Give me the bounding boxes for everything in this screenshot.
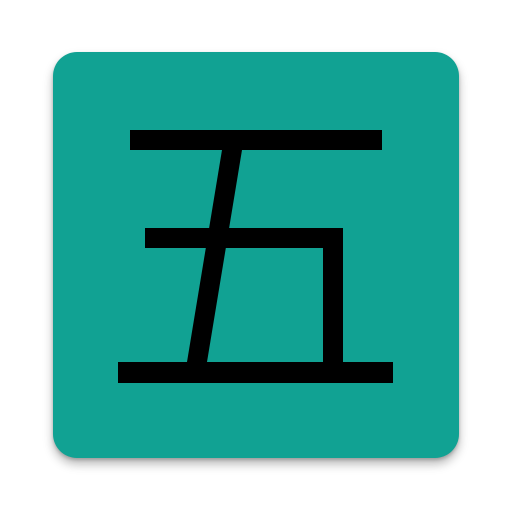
glyph-strokes <box>118 130 393 383</box>
glyph-middle-stroke <box>145 228 343 248</box>
glyph-bottom-stroke <box>118 362 393 383</box>
glyph-slanted-stroke <box>187 150 242 362</box>
five-character-glyph <box>118 130 393 383</box>
app-icon[interactable]: 五 <box>53 52 459 458</box>
glyph-right-stroke <box>323 228 343 362</box>
glyph-top-stroke <box>130 130 382 150</box>
